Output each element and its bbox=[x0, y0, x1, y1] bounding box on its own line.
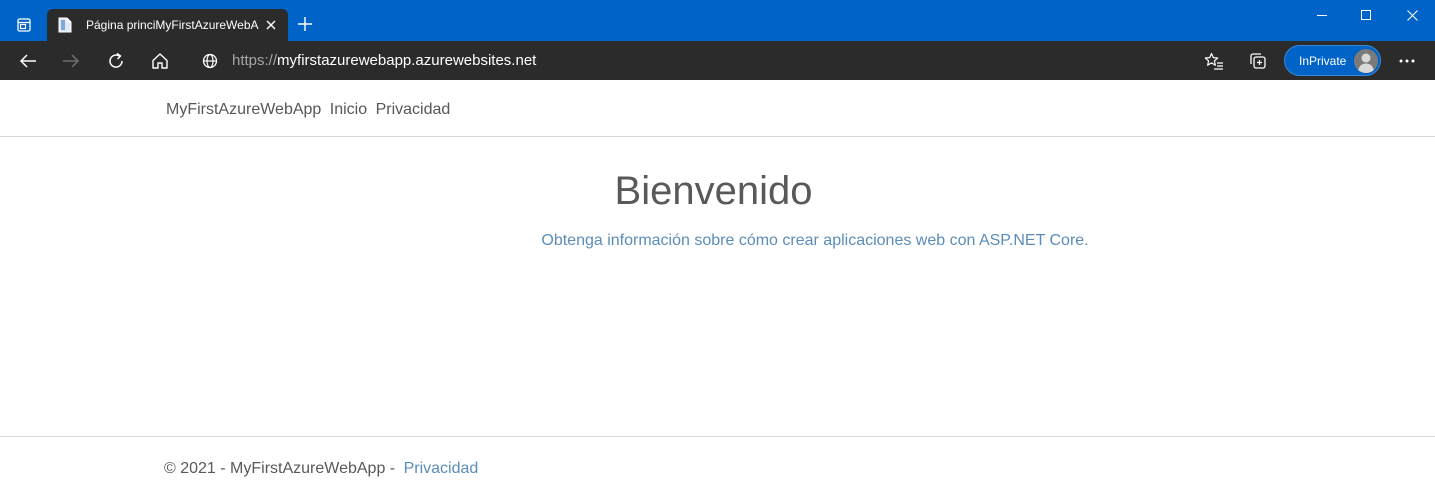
nav-link-privacidad[interactable]: Privacidad bbox=[376, 101, 451, 118]
lead-text: Obtenga información sobre cómo crear apl… bbox=[0, 232, 1435, 250]
inprivate-button[interactable]: InPrivate bbox=[1284, 45, 1381, 76]
footer-copyright: © 2021 - MyFirstAzureWebApp - bbox=[164, 460, 396, 477]
maximize-button[interactable] bbox=[1343, 0, 1389, 30]
url-text[interactable]: https://myfirstazurewebapp.azurewebsites… bbox=[232, 52, 536, 70]
close-icon bbox=[266, 20, 276, 30]
site-footer: © 2021 - MyFirstAzureWebApp - Privacidad bbox=[0, 436, 1435, 497]
arrow-left-icon bbox=[19, 54, 36, 68]
settings-menu-button[interactable] bbox=[1392, 46, 1422, 76]
url-host: myfirstazurewebapp.azurewebsites.net bbox=[277, 52, 537, 69]
page-title: Bienvenido bbox=[614, 169, 813, 213]
footer-privacy-link[interactable]: Privacidad bbox=[404, 460, 479, 477]
browser-tab-active[interactable]: Página princiMyFirstAzureWebA bbox=[47, 9, 288, 41]
back-button[interactable] bbox=[13, 46, 43, 76]
main-content: Bienvenido Obtenga información sobre cóm… bbox=[0, 137, 1435, 436]
site-info-button[interactable] bbox=[200, 51, 220, 71]
url-scheme: https:// bbox=[232, 52, 278, 69]
star-list-icon bbox=[1204, 52, 1223, 70]
refresh-button[interactable] bbox=[101, 46, 131, 76]
tab-actions-icon bbox=[17, 18, 31, 32]
tab-title: Página princiMyFirstAzureWebA bbox=[86, 18, 259, 32]
home-button[interactable] bbox=[145, 46, 175, 76]
browser-titlebar: Página princiMyFirstAzureWebA bbox=[0, 0, 1435, 41]
globe-icon bbox=[202, 53, 218, 69]
profile-icon bbox=[1354, 49, 1378, 73]
navbar-brand[interactable]: MyFirstAzureWebApp bbox=[166, 101, 321, 118]
arrow-right-icon bbox=[63, 54, 80, 68]
nav-link-inicio[interactable]: Inicio bbox=[330, 101, 367, 118]
new-tab-button[interactable] bbox=[294, 13, 316, 35]
collections-icon bbox=[1250, 53, 1266, 69]
avatar bbox=[1354, 49, 1378, 73]
collections-button[interactable] bbox=[1243, 46, 1273, 76]
page-icon bbox=[58, 17, 72, 33]
maximize-icon bbox=[1361, 10, 1371, 20]
minimize-icon bbox=[1317, 15, 1327, 16]
browser-toolbar: https://myfirstazurewebapp.azurewebsites… bbox=[0, 41, 1435, 80]
navbar: MyFirstAzureWebApp Inicio Privacidad bbox=[166, 101, 454, 119]
tab-actions-button[interactable] bbox=[10, 11, 38, 39]
home-icon bbox=[152, 53, 168, 69]
aspnet-docs-link[interactable]: Obtenga información sobre cómo crear apl… bbox=[541, 232, 1088, 249]
minimize-button[interactable] bbox=[1299, 0, 1345, 30]
address-bar[interactable]: https://myfirstazurewebapp.azurewebsites… bbox=[196, 45, 1196, 76]
footer-text: © 2021 - MyFirstAzureWebApp - Privacidad bbox=[164, 460, 478, 478]
close-icon bbox=[1406, 9, 1418, 21]
more-icon bbox=[1399, 59, 1415, 63]
refresh-icon bbox=[109, 52, 123, 68]
inprivate-label: InPrivate bbox=[1299, 54, 1347, 68]
tab-close-button[interactable] bbox=[263, 17, 279, 33]
favorites-button[interactable] bbox=[1199, 46, 1229, 76]
site-header: MyFirstAzureWebApp Inicio Privacidad bbox=[0, 80, 1435, 137]
forward-button[interactable] bbox=[56, 46, 86, 76]
plus-icon bbox=[298, 17, 312, 31]
window-close-button[interactable] bbox=[1389, 0, 1435, 30]
